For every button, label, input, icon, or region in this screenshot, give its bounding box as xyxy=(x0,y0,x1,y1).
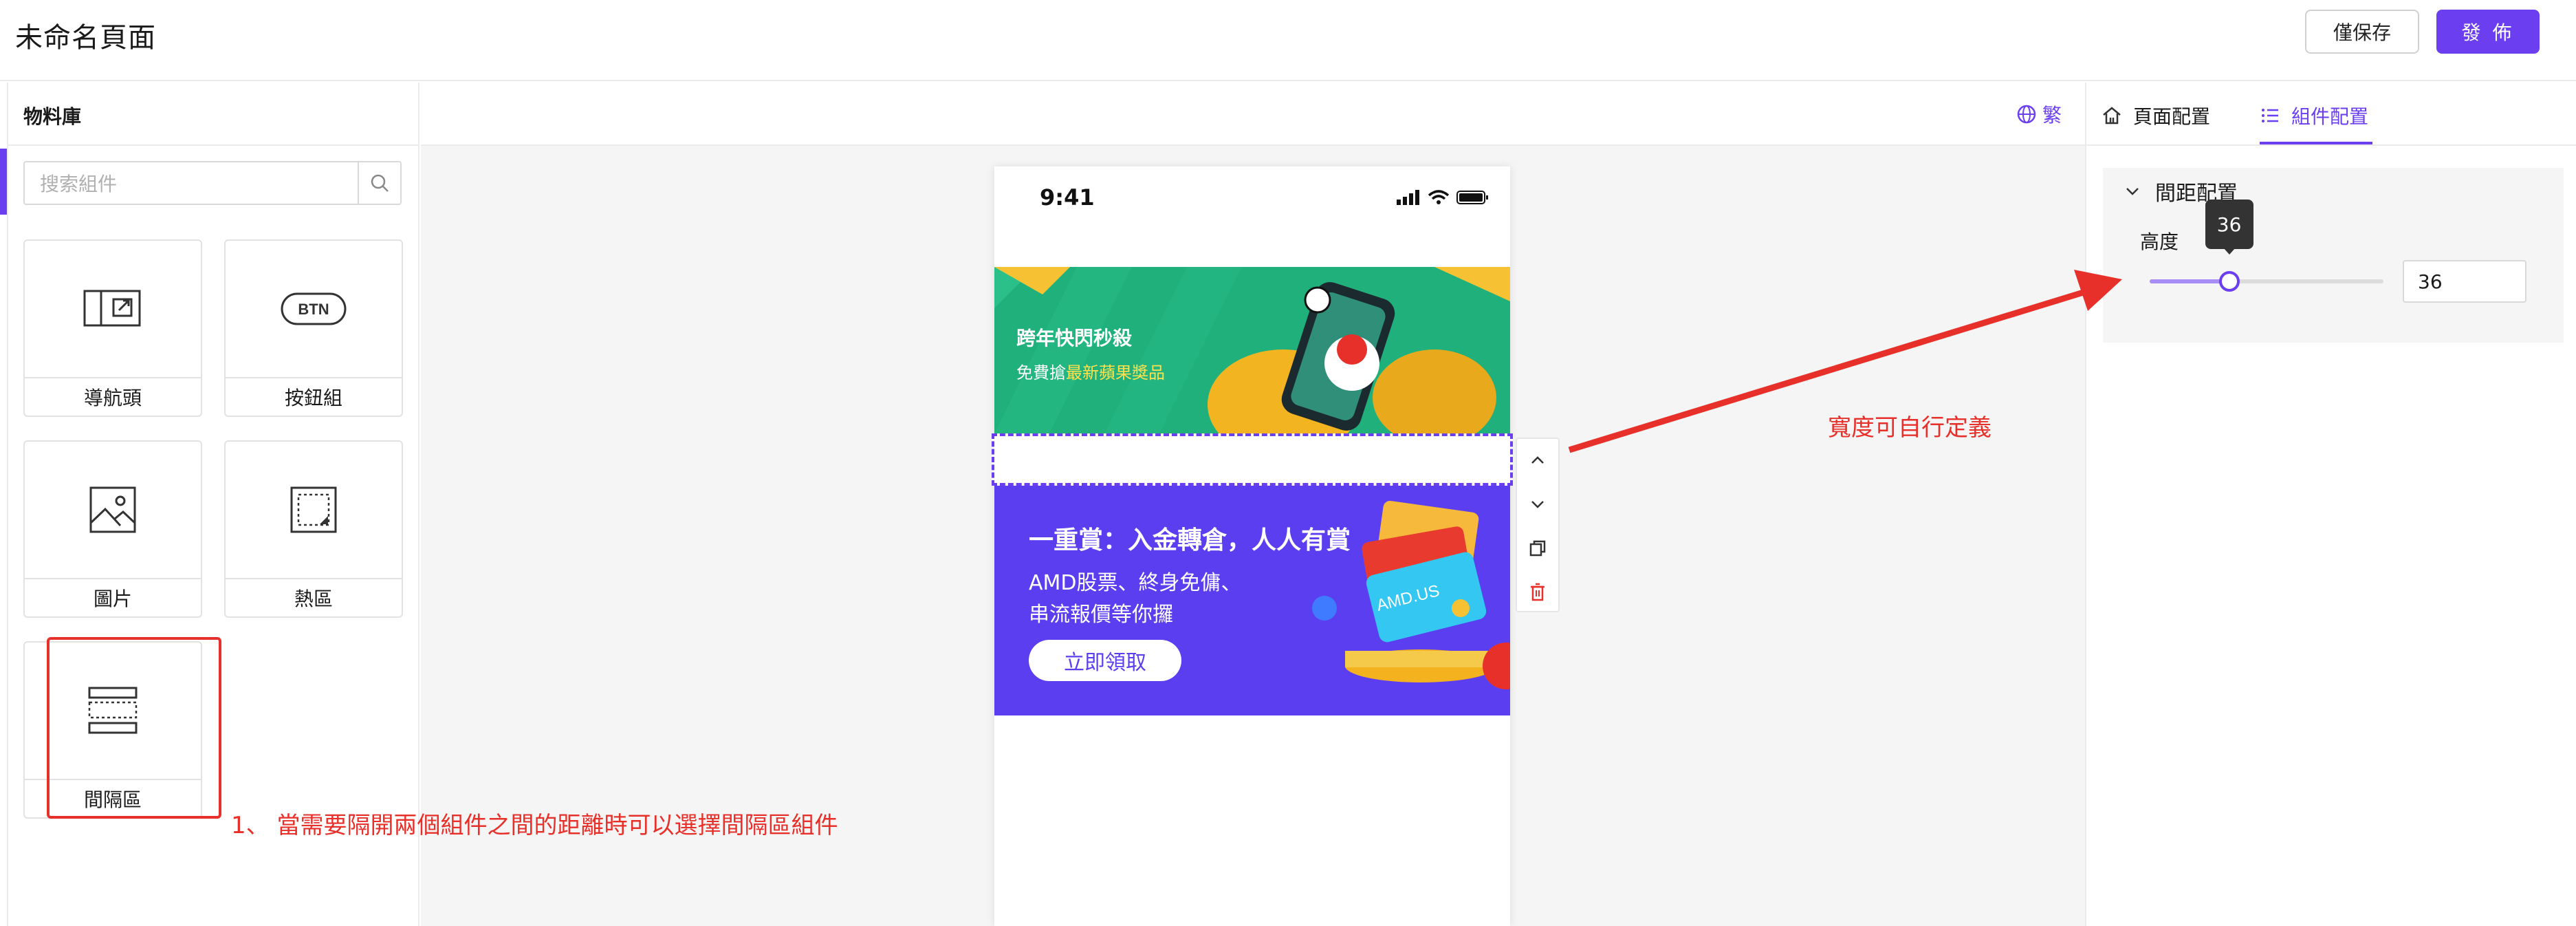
wifi-icon xyxy=(1428,190,1450,204)
component-label: 導航頭 xyxy=(25,377,201,416)
chevron-down-icon xyxy=(1531,501,1544,508)
library-title: 物料庫 xyxy=(23,105,82,128)
language-toggle[interactable]: 繁 xyxy=(2016,100,2062,128)
active-tab-indicator xyxy=(2260,142,2372,144)
globe-icon xyxy=(2017,105,2036,124)
annotation-arrow xyxy=(1568,270,2122,453)
height-slider-handle[interactable] xyxy=(2218,271,2240,292)
height-label: 高度 xyxy=(2140,230,2179,253)
tooltip-arrow xyxy=(2223,248,2236,255)
battery-icon xyxy=(1456,191,1488,204)
delete-button[interactable] xyxy=(1517,571,1558,614)
app-header xyxy=(0,0,2576,81)
component-card-image[interactable]: 圖片 xyxy=(23,440,202,618)
component-card-hotspot[interactable]: 熱區 xyxy=(224,440,403,618)
banner1-title: 跨年快閃秒殺 xyxy=(1016,327,1133,349)
annotation-highlight-box xyxy=(47,637,221,819)
tab-label: 組件配置 xyxy=(2291,105,2369,128)
tab-label: 頁面配置 xyxy=(2133,105,2211,128)
tabs-divider xyxy=(2086,144,2576,146)
banner1-subtitle: 免費搶最新蘋果獎品 xyxy=(1016,359,1165,383)
status-bar-icons xyxy=(1396,190,1489,205)
component-label: 圖片 xyxy=(25,578,201,616)
panel-accent-bar xyxy=(0,149,7,215)
move-down-button[interactable] xyxy=(1517,483,1558,526)
hotspot-icon xyxy=(226,442,402,578)
search-icon xyxy=(371,174,389,192)
canvas-toolbar xyxy=(421,83,2085,146)
button-group-icon: BTN xyxy=(226,241,402,377)
page-title: 未命名頁面 xyxy=(15,22,156,54)
annotation-spacer-note: 1、 當需要隔開兩個組件之間的距離時可以選擇間隔區組件 xyxy=(231,812,838,839)
search-button[interactable] xyxy=(358,161,402,205)
banner1-subtitle-highlight: 最新蘋果獎品 xyxy=(1066,363,1165,383)
banner2-desc-line2: 串流報價等你攞 xyxy=(1029,603,1173,627)
banner2-title: 一重賞：入金轉倉，人人有賞 xyxy=(1029,526,1351,554)
copy-icon xyxy=(1529,540,1546,557)
claim-now-button[interactable]: 立即領取 xyxy=(1029,640,1181,681)
banner1-subtitle-prefix: 免費搶 xyxy=(1016,363,1066,383)
move-up-button[interactable] xyxy=(1517,439,1558,482)
signal-icon xyxy=(1397,190,1419,205)
height-number-input[interactable]: 36 xyxy=(2403,260,2526,303)
publish-button[interactable]: 發 佈 xyxy=(2436,10,2540,54)
trash-icon xyxy=(1531,583,1544,601)
home-icon xyxy=(2103,107,2121,125)
status-bar-time: 9:41 xyxy=(1040,184,1095,211)
navbar-icon xyxy=(25,241,201,377)
tab-component-config[interactable]: 組件配置 xyxy=(2260,102,2368,129)
block-action-toolbar xyxy=(1516,438,1560,612)
chevron-up-icon xyxy=(1531,456,1544,464)
component-card-navbar[interactable]: 導航頭 xyxy=(23,239,202,417)
tab-page-config[interactable]: 頁面配置 xyxy=(2102,102,2210,129)
svg-text:BTN: BTN xyxy=(298,301,329,318)
component-label: 熱區 xyxy=(226,578,402,616)
component-card-button-group[interactable]: BTN 按鈕組 xyxy=(224,239,403,417)
slider-value-tooltip: 36 xyxy=(2205,200,2253,249)
list-icon xyxy=(2262,109,2278,122)
component-label: 按鈕組 xyxy=(226,377,402,416)
component-search-input[interactable]: 搜索組件 xyxy=(23,161,359,205)
chevron-down-icon xyxy=(2126,188,2139,195)
duplicate-button[interactable] xyxy=(1517,527,1558,570)
height-slider-fill xyxy=(2150,279,2229,283)
language-label: 繁 xyxy=(2042,104,2062,127)
image-icon xyxy=(25,442,201,578)
selected-spacer-block[interactable] xyxy=(992,433,1513,486)
banner2-desc-line1: AMD股票、終身免傭、 xyxy=(1029,571,1242,595)
save-only-button[interactable]: 僅保存 xyxy=(2305,10,2419,54)
